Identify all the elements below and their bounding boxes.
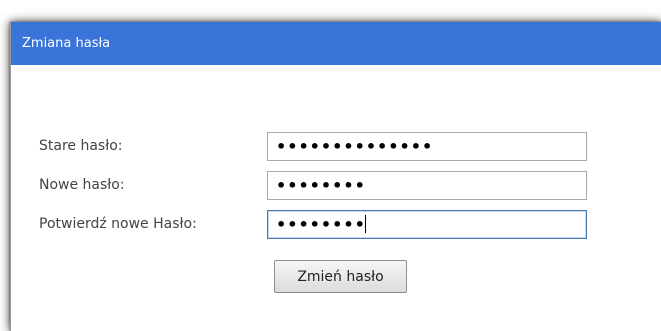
old-password-input[interactable]	[267, 132, 587, 161]
confirm-password-label: Potwierdź nowe Hasło:	[39, 216, 197, 232]
confirm-password-row: Potwierdź nowe Hasło:	[11, 209, 661, 239]
old-password-label: Stare hasło:	[39, 138, 123, 154]
confirm-password-input[interactable]	[267, 210, 587, 239]
text-caret	[365, 215, 366, 233]
change-password-button[interactable]: Zmień hasło	[274, 260, 407, 293]
new-password-row: Nowe hasło:	[11, 170, 661, 200]
dialog-title: Zmiana hasła	[11, 22, 661, 65]
old-password-row: Stare hasło:	[11, 131, 661, 161]
new-password-input[interactable]	[267, 171, 587, 200]
new-password-label: Nowe hasło:	[39, 177, 125, 193]
change-password-dialog: Zmiana hasła Stare hasło: Nowe hasło: Po…	[10, 22, 661, 331]
